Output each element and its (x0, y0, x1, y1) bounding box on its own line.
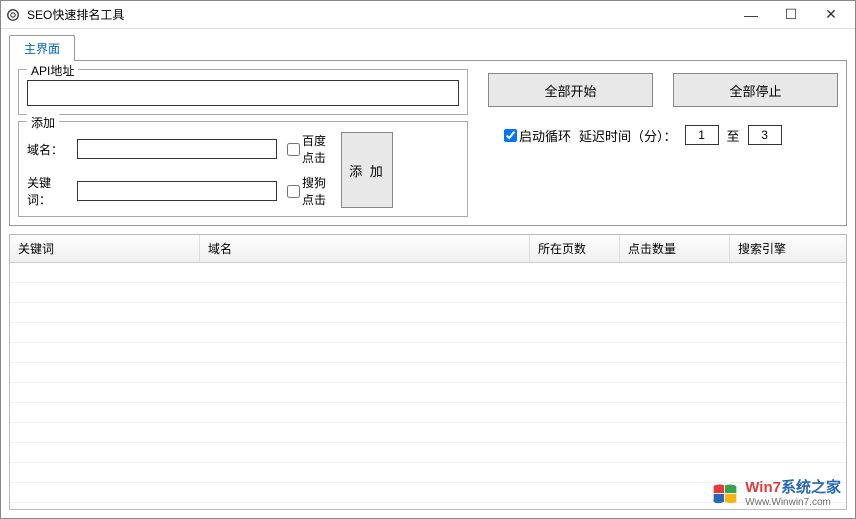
watermark-title: Win7系统之家 (745, 480, 841, 497)
table-header-0[interactable]: 关键词 (10, 235, 200, 262)
minimize-button[interactable]: — (731, 3, 771, 27)
table-row (10, 283, 846, 303)
window-controls: — ☐ ✕ (731, 3, 851, 27)
api-url-input[interactable] (27, 80, 459, 106)
tab-main[interactable]: 主界面 (9, 35, 75, 61)
api-group: API地址 (18, 69, 468, 115)
table-row (10, 343, 846, 363)
enable-loop-input[interactable] (504, 129, 517, 142)
windows-flag-icon (711, 480, 739, 508)
table-row (10, 303, 846, 323)
baidu-click-label: 百度点击 (302, 132, 333, 166)
stop-all-button[interactable]: 全部停止 (673, 73, 838, 107)
delay-from-input[interactable] (685, 125, 719, 145)
add-button[interactable]: 添 加 (341, 132, 393, 208)
enable-loop-checkbox[interactable]: 启动循环 (504, 126, 571, 145)
domain-input[interactable] (77, 139, 277, 159)
add-group: 添加 域名： 百度点击 (18, 121, 468, 217)
table-header-4[interactable]: 搜索引擎 (730, 235, 830, 262)
app-window: SEO快速排名工具 — ☐ ✕ 主界面 API地址 添加 (0, 0, 856, 519)
titlebar: SEO快速排名工具 — ☐ ✕ (1, 1, 855, 29)
table-header-2[interactable]: 所在页数 (530, 235, 620, 262)
tab-content: API地址 添加 域名： (9, 60, 847, 226)
keyword-label: 关键词： (27, 174, 73, 208)
sogou-click-input[interactable] (287, 185, 300, 198)
close-button[interactable]: ✕ (811, 3, 851, 27)
sogou-click-checkbox[interactable]: 搜狗点击 (287, 174, 333, 208)
table-row (10, 443, 846, 463)
table-body (10, 263, 846, 510)
add-group-title: 添加 (27, 114, 59, 131)
table-header-row: 关键词域名所在页数点击数量搜索引擎 (10, 235, 846, 263)
table-header-3[interactable]: 点击数量 (620, 235, 730, 262)
domain-label: 域名： (27, 141, 73, 158)
api-group-title: API地址 (27, 62, 78, 79)
results-table: 关键词域名所在页数点击数量搜索引擎 (9, 234, 847, 510)
sogou-click-label: 搜狗点击 (302, 174, 333, 208)
table-row (10, 263, 846, 283)
start-all-button[interactable]: 全部开始 (488, 73, 653, 107)
app-icon (5, 7, 21, 23)
enable-loop-label: 启动循环 (519, 126, 571, 145)
keyword-input[interactable] (77, 181, 277, 201)
delay-to-label: 至 (727, 126, 740, 145)
table-header-1[interactable]: 域名 (200, 235, 530, 262)
watermark-url: Www.Winwin7.com (745, 497, 841, 508)
tabstrip: 主界面 (9, 35, 847, 60)
baidu-click-checkbox[interactable]: 百度点击 (287, 132, 333, 166)
loop-row: 启动循环 延迟时间（分）： 至 (488, 125, 838, 145)
table-row (10, 423, 846, 443)
table-row (10, 323, 846, 343)
table-row (10, 403, 846, 423)
delay-to-input[interactable] (748, 125, 782, 145)
delay-label: 延迟时间（分）： (579, 126, 677, 145)
watermark: Win7系统之家 Www.Winwin7.com (711, 480, 841, 508)
client-area: 主界面 API地址 添加 (1, 29, 855, 518)
table-row (10, 363, 846, 383)
maximize-button[interactable]: ☐ (771, 3, 811, 27)
window-title: SEO快速排名工具 (27, 6, 731, 23)
table-row (10, 383, 846, 403)
baidu-click-input[interactable] (287, 143, 300, 156)
